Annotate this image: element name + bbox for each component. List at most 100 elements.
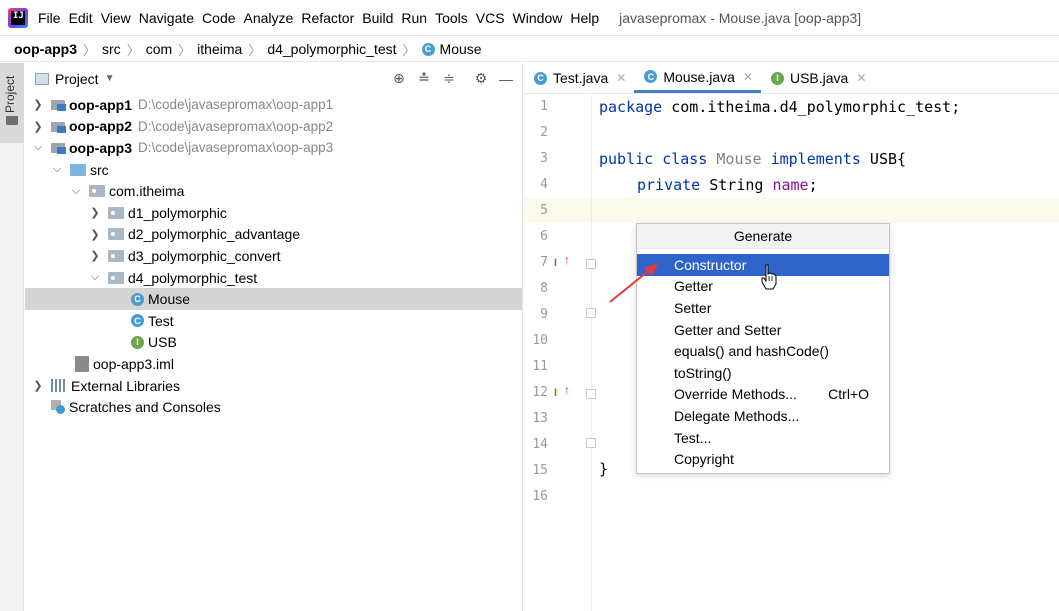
collapse-all-icon[interactable]: ≑ bbox=[441, 70, 457, 87]
menu-file[interactable]: File bbox=[38, 10, 61, 26]
menu-edit[interactable]: Edit bbox=[69, 10, 93, 26]
tree-path: D:\code\javasepromax\oop-app1 bbox=[138, 97, 334, 113]
tree-item-com-itheima[interactable]: ⌵ com.itheima bbox=[25, 180, 522, 202]
tab-test-java[interactable]: C Test.java ✕ bbox=[524, 63, 634, 93]
fold-marker-icon[interactable] bbox=[586, 438, 596, 448]
generate-item-override-methods[interactable]: Override Methods... Ctrl+O bbox=[637, 384, 889, 406]
line-number: 5 bbox=[540, 203, 548, 218]
source-folder-icon bbox=[70, 163, 86, 176]
close-icon[interactable]: ✕ bbox=[743, 70, 753, 84]
tree-item-src[interactable]: ⌵ src bbox=[25, 159, 522, 181]
menu-vcs[interactable]: VCS bbox=[476, 10, 505, 26]
tab-usb-java[interactable]: I USB.java ✕ bbox=[761, 63, 874, 93]
chevron-down-icon[interactable]: ⌵ bbox=[50, 163, 64, 176]
generate-item-getter-setter[interactable]: Getter and Setter bbox=[637, 319, 889, 341]
generate-item-copyright[interactable]: Copyright bbox=[637, 448, 889, 470]
class-icon: C bbox=[644, 70, 658, 83]
crumb-itheima[interactable]: itheima bbox=[197, 41, 242, 57]
chevron-right-icon[interactable]: ❯ bbox=[31, 98, 45, 111]
generate-item-equals-hashcode[interactable]: equals() and hashCode() bbox=[637, 340, 889, 362]
arrow-up-icon[interactable]: ↑ bbox=[564, 383, 570, 397]
crumb-package[interactable]: d4_polymorphic_test bbox=[267, 41, 396, 57]
tree-item-d3[interactable]: ❯ d3_polymorphic_convert bbox=[25, 245, 522, 267]
tree-label: d2_polymorphic_advantage bbox=[128, 226, 301, 243]
locate-icon[interactable]: ⊕ bbox=[391, 70, 407, 87]
line-number: 6 bbox=[540, 229, 548, 244]
menu-build[interactable]: Build bbox=[362, 10, 393, 26]
editor-gutter: 1 2 3 4 5 6 7 8 9 10 11 12 13 14 15 16 I… bbox=[524, 95, 596, 611]
project-panel-title[interactable]: Project bbox=[55, 71, 99, 87]
tree-label: oop-app3.iml bbox=[93, 355, 174, 372]
intellij-logo-icon: IJ bbox=[8, 7, 28, 28]
menu-run[interactable]: Run bbox=[401, 10, 427, 26]
chevron-down-icon[interactable]: ⌵ bbox=[31, 141, 45, 154]
gear-icon[interactable]: ⚙ bbox=[473, 70, 489, 87]
close-icon[interactable]: ✕ bbox=[856, 71, 866, 85]
close-icon[interactable]: ✕ bbox=[616, 71, 626, 85]
tree-label: com.itheima bbox=[109, 183, 185, 200]
code-line-1: package com.itheima.d4_polymorphic_test; bbox=[599, 98, 960, 116]
project-tree: ❯ oop-app1 D:\code\javasepromax\oop-app1… bbox=[25, 94, 522, 418]
line-number: 8 bbox=[540, 281, 548, 296]
menu-analyze[interactable]: Analyze bbox=[244, 10, 294, 26]
menu-view[interactable]: View bbox=[101, 10, 131, 26]
menu-refactor[interactable]: Refactor bbox=[301, 10, 354, 26]
menu-navigate[interactable]: Navigate bbox=[139, 10, 194, 26]
menu-item-label: Setter bbox=[674, 299, 712, 316]
tree-item-scratches[interactable]: Scratches and Consoles bbox=[25, 396, 522, 418]
crumb-src[interactable]: src bbox=[102, 41, 121, 57]
interface-icon: I bbox=[770, 71, 784, 85]
chevron-right-icon[interactable]: ❯ bbox=[88, 228, 102, 241]
minimize-icon[interactable]: — bbox=[498, 71, 514, 87]
line-number: 15 bbox=[532, 463, 548, 478]
crumb-class[interactable]: Mouse bbox=[440, 41, 482, 57]
generate-item-tostring[interactable]: toString() bbox=[637, 362, 889, 384]
chevron-right-icon[interactable]: ❯ bbox=[88, 249, 102, 262]
menu-bar: IJ File Edit View Navigate Code Analyze … bbox=[0, 0, 1059, 36]
fold-marker-icon[interactable] bbox=[586, 259, 596, 269]
arrow-up-icon[interactable]: ↑ bbox=[564, 253, 570, 267]
chevron-right-icon[interactable]: ❯ bbox=[31, 379, 45, 392]
tree-item-iml[interactable]: oop-app3.iml bbox=[25, 353, 522, 375]
tree-item-usb[interactable]: I USB bbox=[25, 332, 522, 354]
fold-marker-icon[interactable] bbox=[586, 389, 596, 399]
project-tool-button[interactable]: Project bbox=[0, 63, 24, 143]
tab-mouse-java[interactable]: C Mouse.java ✕ bbox=[634, 63, 761, 93]
tree-item-test[interactable]: C Test bbox=[25, 310, 522, 332]
tree-label: Mouse bbox=[148, 291, 191, 308]
menu-tools[interactable]: Tools bbox=[435, 10, 468, 26]
tree-item-oop-app2[interactable]: ❯ oop-app2 D:\code\javasepromax\oop-app2 bbox=[25, 116, 522, 138]
tree-item-oop-app1[interactable]: ❯ oop-app1 D:\code\javasepromax\oop-app1 bbox=[25, 94, 522, 116]
tree-item-oop-app3[interactable]: ⌵ oop-app3 D:\code\javasepromax\oop-app3 bbox=[25, 137, 522, 159]
crumb-project[interactable]: oop-app3 bbox=[14, 41, 77, 57]
menu-code[interactable]: Code bbox=[202, 10, 235, 26]
implements-method-icon[interactable]: I bbox=[554, 257, 557, 269]
interface-icon: I bbox=[131, 335, 144, 349]
line-number: 10 bbox=[532, 333, 548, 348]
tree-item-d1[interactable]: ❯ d1_polymorphic bbox=[25, 202, 522, 224]
tree-item-mouse[interactable]: C Mouse bbox=[25, 288, 522, 310]
tree-path: D:\code\javasepromax\oop-app3 bbox=[138, 140, 334, 156]
menu-window[interactable]: Window bbox=[513, 10, 563, 26]
chevron-right-icon: 〉 bbox=[402, 42, 416, 58]
chevron-right-icon[interactable]: ❯ bbox=[88, 206, 102, 219]
chevron-right-icon[interactable]: ❯ bbox=[31, 120, 45, 133]
caret-down-icon[interactable]: ▼ bbox=[105, 73, 115, 84]
expand-all-icon[interactable]: ≛ bbox=[416, 70, 432, 87]
tree-item-d4[interactable]: ⌵ d4_polymorphic_test bbox=[25, 267, 522, 289]
chevron-right-icon: 〉 bbox=[248, 42, 262, 58]
crumb-com[interactable]: com bbox=[146, 41, 172, 57]
tree-label: External Libraries bbox=[71, 377, 180, 394]
chevron-down-icon[interactable]: ⌵ bbox=[69, 185, 83, 198]
menu-item-label: Delegate Methods... bbox=[674, 407, 800, 424]
generate-item-test[interactable]: Test... bbox=[637, 427, 889, 449]
generate-item-setter[interactable]: Setter bbox=[637, 297, 889, 319]
menu-help[interactable]: Help bbox=[570, 10, 599, 26]
menu-item-label: Getter and Setter bbox=[674, 321, 782, 338]
implements-method-icon[interactable]: I bbox=[554, 387, 557, 399]
generate-item-delegate-methods[interactable]: Delegate Methods... bbox=[637, 405, 889, 427]
fold-marker-icon[interactable] bbox=[586, 308, 596, 318]
chevron-down-icon[interactable]: ⌵ bbox=[88, 271, 102, 284]
tree-item-external-libraries[interactable]: ❯ External Libraries bbox=[25, 375, 522, 397]
tree-item-d2[interactable]: ❯ d2_polymorphic_advantage bbox=[25, 224, 522, 246]
